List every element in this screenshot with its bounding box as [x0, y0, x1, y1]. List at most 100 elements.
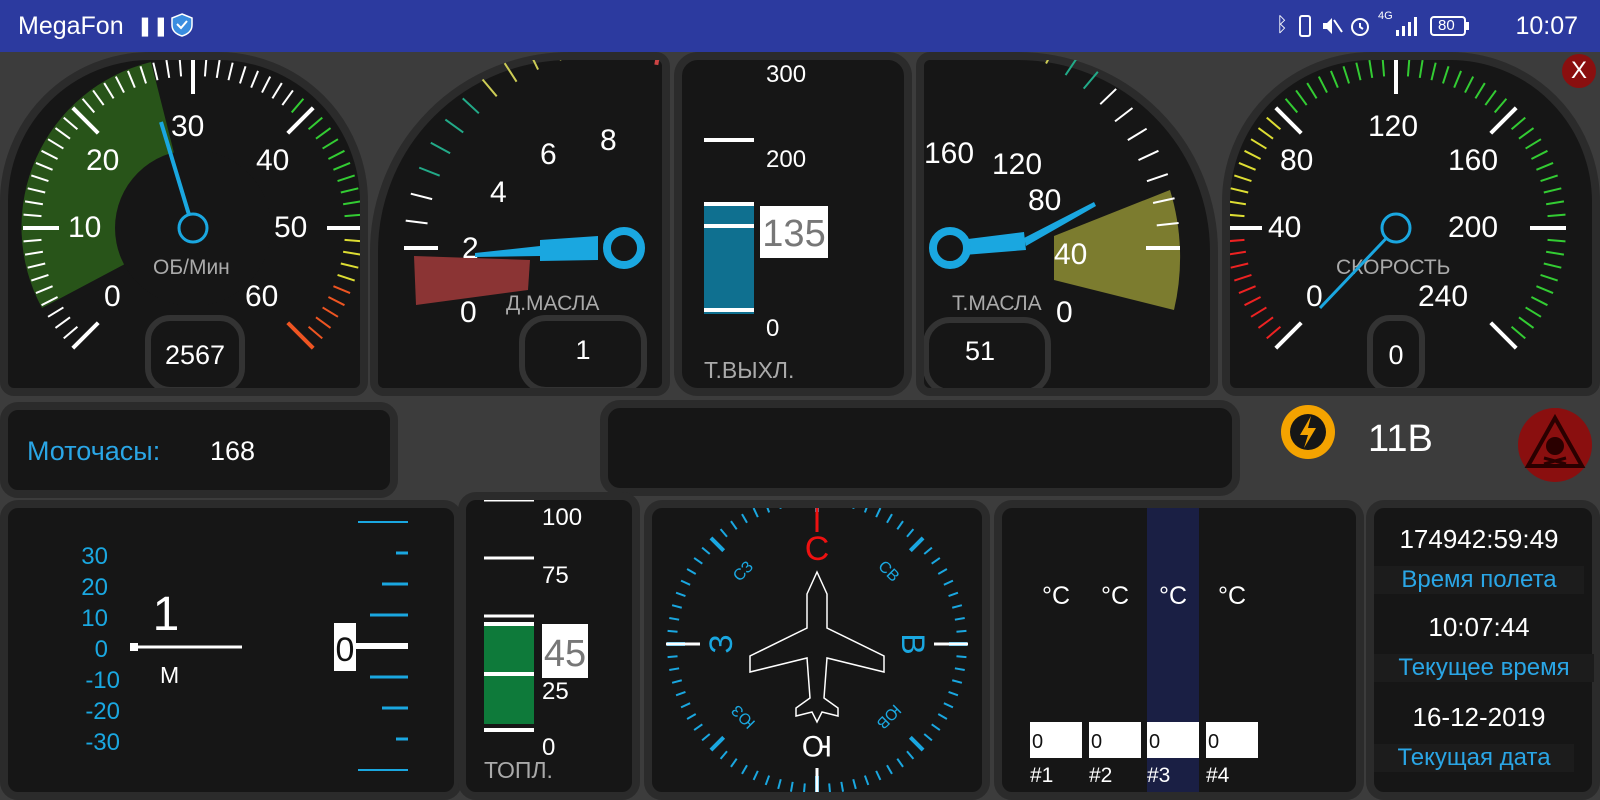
oil-pressure-readout: 1 [575, 335, 590, 365]
current-date-value: 16-12-2019 [1412, 702, 1546, 732]
cylinder-unit: °С [1101, 582, 1129, 610]
bluetooth-icon: ᛒ [1276, 14, 1288, 36]
cylinder-unit: °С [1159, 582, 1187, 610]
compass-west: З [703, 634, 739, 653]
rpm-tick-label: 60 [245, 280, 278, 313]
clock: 10:07 [1515, 12, 1578, 40]
oil-pressure-tick-label: 4 [490, 176, 507, 209]
cylinder-value: 0 [1032, 731, 1043, 753]
rpm-tick-label: 10 [68, 211, 101, 244]
signal-icon [1394, 14, 1420, 44]
speed-tick-label: 120 [1368, 110, 1418, 143]
exhaust-temp-gauge: 300 200 0 135 Т.ВЫХЛ. [704, 61, 828, 383]
oil-pressure-tick-label: 8 [600, 124, 617, 157]
altimeter-scale-label: -10 [85, 667, 120, 694]
cylinder-value: 0 [1091, 731, 1102, 753]
alarm-icon [1348, 14, 1372, 44]
oil-pressure-label: Д.МАСЛА [506, 292, 599, 315]
oil-temp-panel: 160 120 80 40 0 Т.МАСЛА 51 [916, 52, 1218, 396]
rpm-gauge: 0 10 20 30 40 50 60 ОБ/Мин 2567 [21, 60, 360, 388]
exhaust-bar [704, 204, 754, 314]
status-bar: MegaFon ❚❚ ᛒ 4G 80 10:07 [0, 0, 1600, 52]
cylinder-value: 0 [1208, 731, 1219, 753]
rpm-needle-hub [177, 212, 209, 244]
carrier-name: MegaFon [18, 12, 124, 40]
battery-level: 80 [1438, 17, 1455, 34]
fuel-panel: 100 75 25 0 45 ТОПЛ. [458, 492, 640, 800]
exhaust-value: 135 [762, 213, 825, 255]
fuel-tick-label: 100 [542, 504, 582, 531]
rpm-tick-label: 0 [104, 280, 121, 313]
cylinder-value: 0 [1149, 731, 1160, 753]
fuel-tick-label: 75 [542, 562, 569, 589]
vibrate-icon [1296, 14, 1314, 44]
oil-pressure-panel: 0 2 4 6 8 Д.МАСЛА 1 [370, 52, 670, 396]
oil-pressure-needle [540, 236, 598, 261]
rpm-tick-label: 30 [171, 110, 204, 143]
pause-icon: ❚❚ [137, 16, 169, 37]
airplane-icon [749, 570, 885, 724]
cylinder-name: #4 [1206, 764, 1230, 787]
oil-temp-tick-label: 40 [1054, 238, 1087, 271]
info-panel: 174942:59:49 Время полета 10:07:44 Текущ… [1366, 500, 1600, 800]
cylinder-unit: °С [1042, 582, 1070, 610]
current-time-value: 10:07:44 [1428, 612, 1530, 642]
network-type: 4G [1378, 10, 1393, 22]
compass-se: ЮВ [873, 701, 904, 732]
altitude-unit: М [160, 662, 179, 688]
oil-temp-tick-label: 80 [1028, 184, 1061, 217]
oil-temp-tick-label: 160 [924, 137, 974, 170]
current-time-label: Текущее время [1374, 654, 1594, 682]
speed-tick-label: 40 [1268, 211, 1301, 244]
oil-temp-gauge: 160 120 80 40 0 Т.МАСЛА 51 [924, 60, 1181, 388]
speed-tick-label: 160 [1448, 144, 1498, 177]
cylinder-name: #3 [1147, 764, 1170, 787]
altimeter-scale-label: 10 [81, 605, 108, 632]
compass-nw: СЗ [730, 558, 757, 585]
oil-temp-readout: 51 [965, 336, 995, 366]
exhaust-temp-panel: 300 200 0 135 Т.ВЫХЛ. [674, 52, 912, 396]
rpm-readout: 2567 [165, 340, 225, 370]
altimeter-scale-label: -20 [85, 698, 120, 725]
engine-hours-value: 168 [210, 436, 256, 466]
flight-time-value: 174942:59:49 [1399, 524, 1559, 554]
speed-readout: 0 [1388, 340, 1403, 370]
altimeter-scale-label: 20 [81, 574, 108, 601]
altitude-value: 1 [153, 588, 180, 641]
fuel-label: ТОПЛ. [484, 757, 553, 783]
compass-sw: ЮЗ [729, 701, 759, 731]
current-date-label: Текущая дата [1374, 744, 1574, 772]
rpm-label: ОБ/Мин [153, 256, 230, 279]
voltage-value: 11В [1368, 418, 1433, 460]
oil-pressure-needle-hub [603, 227, 645, 269]
rpm-tick-label: 20 [86, 144, 119, 177]
fuel-value: 45 [544, 633, 586, 675]
speed-gauge: 0 40 80 120 160 200 240 СКОРОСТЬ 0 [1230, 60, 1566, 388]
speed-label: СКОРОСТЬ [1336, 256, 1450, 279]
compass-south: Ю [802, 729, 832, 762]
danger-icon [1518, 408, 1592, 487]
oil-temp-tick-label: 120 [992, 148, 1042, 181]
cylinder-unit: °С [1218, 582, 1246, 610]
oil-pressure-gauge: 0 2 4 6 8 Д.МАСЛА 1 [404, 60, 660, 388]
altimeter-scale-label: 0 [95, 636, 108, 663]
oil-temp-tick-label: 0 [1056, 296, 1073, 329]
shield-icon [170, 12, 194, 44]
compass-north: С [805, 530, 830, 568]
exhaust-label: Т.ВЫХЛ. [704, 357, 794, 383]
speed-tick-label: 240 [1418, 280, 1468, 313]
voltage-icon [1278, 402, 1338, 467]
speed-gauge-panel: 0 40 80 120 160 200 240 СКОРОСТЬ 0 [1222, 52, 1600, 396]
fuel-tick-label: 25 [542, 678, 569, 705]
altimeter-scale-label: -30 [85, 729, 120, 756]
oil-pressure-tick-label: 6 [540, 138, 557, 171]
compass-panel: С Ю З В СЗ СВ ЮЗ ЮВ [644, 500, 990, 800]
exhaust-tick-label: 300 [766, 61, 806, 88]
flight-time-label: Время полета [1374, 566, 1584, 594]
speed-tick-label: 80 [1280, 144, 1313, 177]
vertical-speed-value: 0 [336, 631, 355, 669]
rpm-tick-label: 40 [256, 144, 289, 177]
speed-tick-label: 200 [1448, 211, 1498, 244]
compass: С Ю З В СЗ СВ ЮЗ ЮВ [666, 508, 968, 792]
speed-needle-hub [1380, 212, 1412, 244]
